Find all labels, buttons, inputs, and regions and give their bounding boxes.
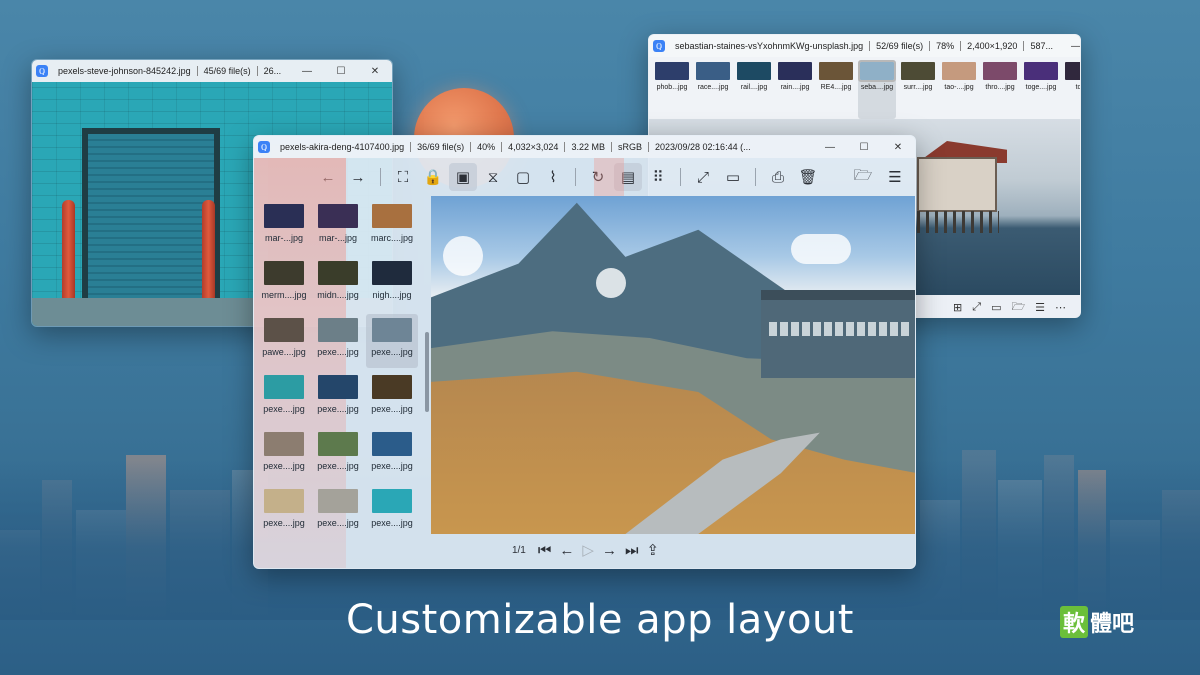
page-indicator: 1/1 (511, 544, 526, 556)
grid-icon[interactable]: ⊞ (953, 301, 962, 314)
gallery-item[interactable]: pexe....jpg (312, 428, 364, 482)
file-info: 26... (263, 66, 282, 76)
slideshow-icon[interactable]: ▭ (719, 163, 747, 191)
thumbnail[interactable]: toge....jpg (1022, 60, 1060, 119)
thumbnail[interactable]: surr....jpg (899, 60, 937, 119)
gallery-scrollbar[interactable] (425, 196, 429, 534)
gallery-item[interactable]: pexe....jpg (366, 428, 418, 482)
more-icon[interactable]: ⋯ (1055, 301, 1066, 314)
minimize-button[interactable]: — (813, 136, 847, 158)
file-count: 45/69 file(s) (198, 66, 258, 76)
file-count: 52/69 file(s) (870, 41, 931, 51)
gallery-item[interactable]: marc....jpg (366, 200, 418, 254)
close-button[interactable]: ✕ (358, 60, 392, 82)
resize-icon[interactable]: ⤢ (972, 301, 981, 314)
thumbnail[interactable]: race....jpg (694, 60, 732, 119)
thumbnails-grid-icon[interactable]: ⠿ (644, 163, 672, 191)
lock-zoom-icon[interactable]: 🔒 (419, 163, 447, 191)
print-icon[interactable]: ⎙ (764, 163, 792, 191)
gallery-item[interactable]: pexe....jpg (258, 371, 310, 425)
gallery-item[interactable]: pexe....jpg (312, 314, 364, 368)
scale-to-height-icon[interactable]: ⧖ (479, 163, 507, 191)
viewer-window-main[interactable]: ℚ pexels-akira-deng-4107400.jpg 36/69 fi… (253, 135, 916, 569)
gallery-item[interactable]: pexe....jpg (258, 428, 310, 482)
fit-icon[interactable]: ⛶ (389, 163, 417, 191)
thumbnail[interactable]: rain....jpg (776, 60, 814, 119)
maximize-button[interactable]: ☐ (324, 60, 358, 82)
app-icon: ℚ (653, 40, 665, 52)
gallery-item[interactable]: pexe....jpg (312, 371, 364, 425)
file-info: 587... (1030, 41, 1053, 51)
title-bar[interactable]: ℚ sebastian-staines-vsYxohnmKWg-unsplash… (649, 35, 1080, 57)
maximize-button[interactable]: ☐ (847, 136, 881, 158)
minimize-button[interactable]: — (1059, 35, 1080, 57)
folder-open-icon[interactable]: 🗁 (849, 163, 877, 191)
zoom-level: 40% (471, 142, 503, 152)
delete-icon[interactable]: 🗑 (794, 163, 822, 191)
file-size: 3.22 MB (565, 142, 612, 152)
thumbnail[interactable]: rail....jpg (735, 60, 773, 119)
app-icon: ℚ (36, 65, 48, 77)
caption-text: Customizable app layout (345, 597, 854, 643)
app-icon: ℚ (258, 141, 270, 153)
thumbnail-strip[interactable]: phob...jpg race....jpg rail....jpg rain.… (649, 57, 1080, 119)
minimize-button[interactable]: — (290, 60, 324, 82)
thumbnail-gallery[interactable]: mar-...jpg mar-...jpg marc....jpg merm..… (254, 196, 422, 534)
next-arrow-icon[interactable]: → (344, 163, 372, 191)
last-image-icon[interactable]: ⏭ (625, 542, 639, 559)
gallery-item[interactable]: merm....jpg (258, 257, 310, 311)
site-logo: 軟 體吧 (1060, 606, 1134, 638)
previous-icon[interactable]: ← (559, 542, 574, 559)
thumbnail[interactable]: phob...jpg (653, 60, 691, 119)
thumbnail-selected[interactable]: seba....jpg (858, 60, 896, 119)
gallery-item[interactable]: pexe....jpg (366, 371, 418, 425)
file-date: 2023/09/28 02:16:44 (... (655, 142, 751, 152)
gallery-item[interactable]: pexe....jpg (312, 485, 364, 539)
main-toolbar: ← → ⛶ 🔒 ▣ ⧖ ▢ ⌇ ↻ ▤ ⠿ ⤢ ▭ ⎙ 🗑 🗁 ☰ (254, 158, 915, 196)
gallery-item[interactable]: nigh....jpg (366, 257, 418, 311)
gallery-item[interactable]: midn....jpg (312, 257, 364, 311)
zoom-level: 78% (930, 41, 962, 51)
previous-arrow-icon[interactable]: ← (314, 163, 342, 191)
gallery-item[interactable]: pexe....jpg (258, 485, 310, 539)
navigation-bar: 1/1 ⏮ ← ▷ → ⏭ ⇪ (254, 532, 915, 568)
thumbnail[interactable]: tao-....jpg (940, 60, 978, 119)
thumbnail[interactable]: RE4....jpg (817, 60, 855, 119)
title-bar[interactable]: ℚ pexels-akira-deng-4107400.jpg 36/69 fi… (254, 136, 915, 158)
menu-icon[interactable]: ☰ (1035, 301, 1045, 314)
menu-icon[interactable]: ☰ (881, 163, 909, 191)
play-icon[interactable]: ▷ (582, 541, 594, 559)
gallery-item[interactable]: mar-...jpg (258, 200, 310, 254)
scale-to-fill-icon[interactable]: ▣ (449, 163, 477, 191)
folder-open-icon[interactable]: 🗁 (1011, 298, 1025, 317)
file-count: 36/69 file(s) (411, 142, 472, 152)
fullscreen-icon[interactable]: ⤢ (689, 163, 717, 191)
gallery-item[interactable]: pawe....jpg (258, 314, 310, 368)
next-icon[interactable]: → (602, 542, 617, 559)
color-space: sRGB (612, 142, 649, 152)
file-name: sebastian-staines-vsYxohnmKWg-unsplash.j… (669, 41, 871, 51)
gallery-item-selected[interactable]: pexe....jpg (366, 314, 418, 368)
thumbnail[interactable]: thro....jpg (981, 60, 1019, 119)
main-image-viewer[interactable] (431, 196, 915, 534)
image-dimensions: 2,400×1,920 (961, 41, 1025, 51)
scale-to-width-icon[interactable]: ▢ (509, 163, 537, 191)
first-image-icon[interactable]: ⏮ (538, 542, 552, 559)
chart-icon[interactable]: ⌇ (539, 163, 567, 191)
gallery-icon[interactable]: ▤ (614, 163, 642, 191)
close-button[interactable]: ✕ (881, 136, 915, 158)
image-dimensions: 4,032×3,024 (502, 142, 566, 152)
file-name: pexels-steve-johnson-845242.jpg (52, 66, 198, 76)
rotate-icon[interactable]: ↻ (584, 163, 612, 191)
title-bar[interactable]: ℚ pexels-steve-johnson-845242.jpg 45/69 … (32, 60, 392, 82)
file-name: pexels-akira-deng-4107400.jpg (274, 142, 412, 152)
thumbnail[interactable]: toky (1063, 60, 1080, 119)
slideshow-icon[interactable]: ▭ (991, 301, 1001, 314)
gallery-item[interactable]: mar-...jpg (312, 200, 364, 254)
share-icon[interactable]: ⇪ (646, 541, 659, 559)
gallery-item[interactable]: pexe....jpg (366, 485, 418, 539)
